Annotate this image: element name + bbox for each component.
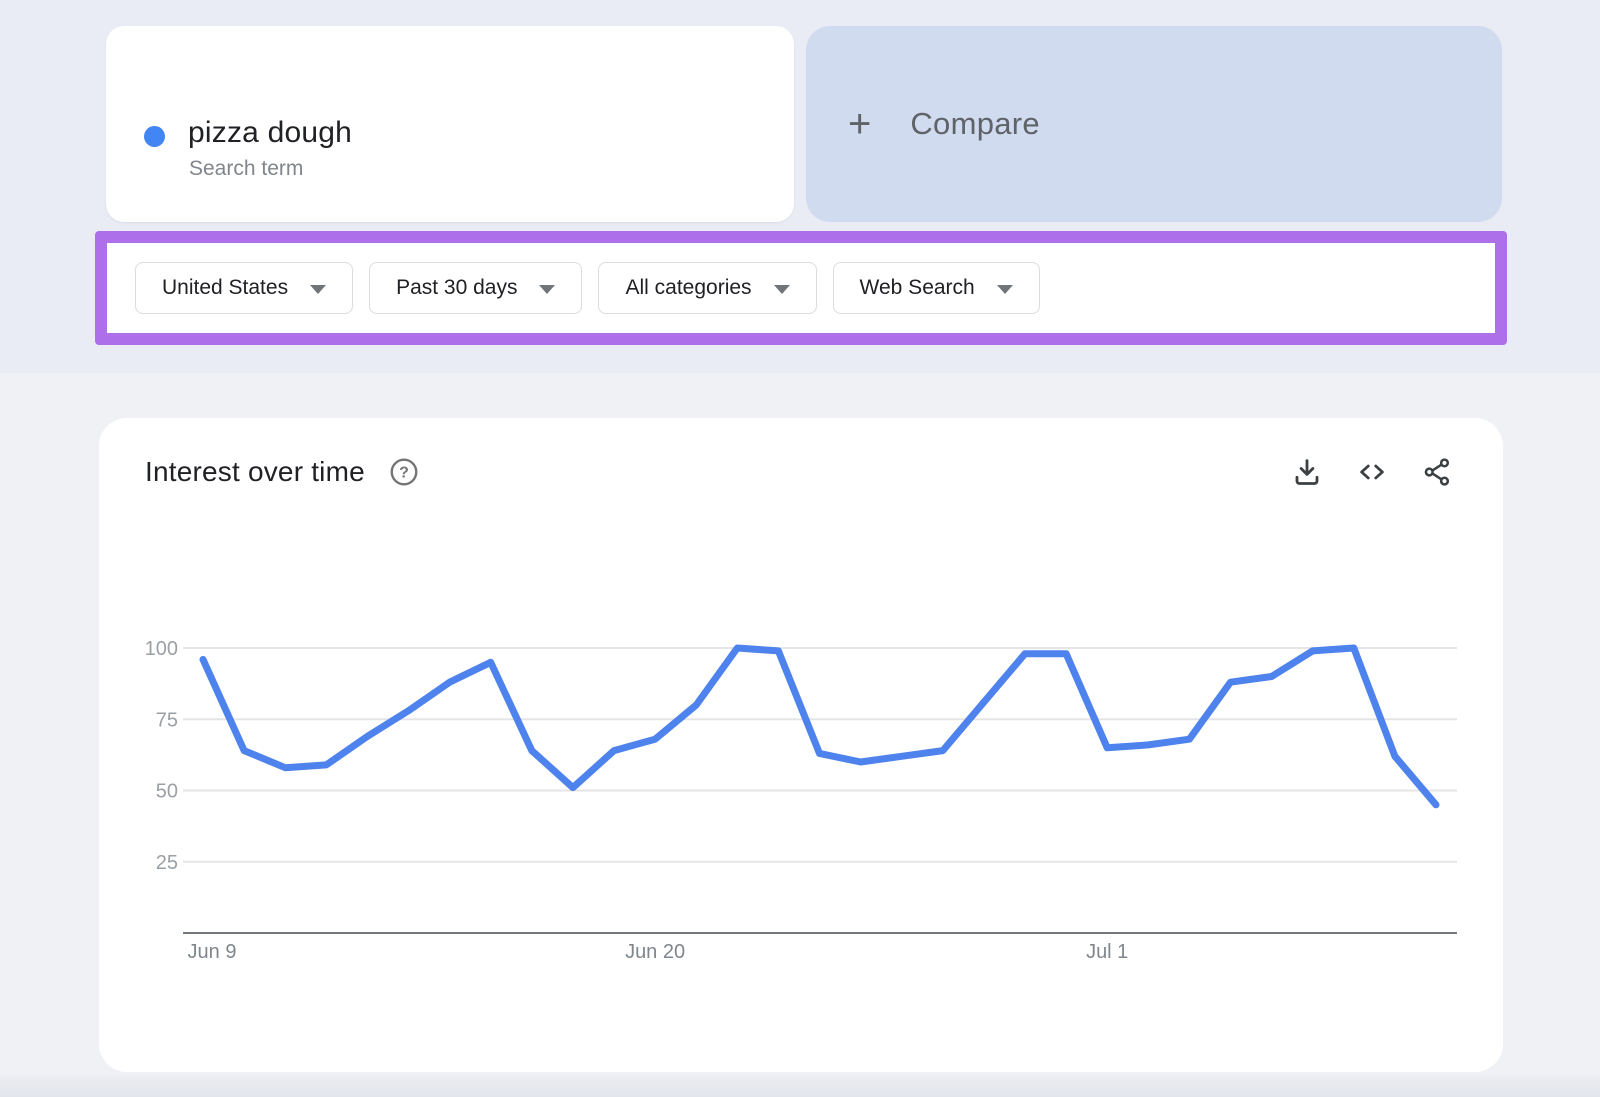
- share-icon: [1421, 456, 1453, 488]
- chart-header: Interest over time ?: [145, 452, 1453, 492]
- region-filter-label: United States: [162, 276, 288, 300]
- time-range-filter-dropdown[interactable]: Past 30 days: [369, 262, 582, 314]
- embed-button[interactable]: [1356, 456, 1388, 488]
- svg-text:100: 100: [145, 638, 178, 660]
- svg-text:Jul 1: Jul 1: [1086, 941, 1128, 963]
- interest-over-time-chart: 100 75 50 25 Jun 9 Jun 20 Jul 1: [99, 418, 1503, 1072]
- code-icon: [1356, 456, 1388, 488]
- chevron-down-icon: [539, 285, 555, 294]
- series-color-dot: [144, 126, 165, 147]
- chart-title: Interest over time: [145, 456, 365, 488]
- search-type-filter-label: Web Search: [860, 276, 975, 300]
- category-filter-label: All categories: [625, 276, 751, 300]
- plus-icon: +: [848, 104, 871, 144]
- svg-text:50: 50: [156, 781, 178, 803]
- region-filter-dropdown[interactable]: United States: [135, 262, 353, 314]
- time-range-filter-label: Past 30 days: [396, 276, 517, 300]
- filter-bar-highlight-box: United States Past 30 days All categorie…: [95, 231, 1507, 345]
- download-button[interactable]: [1291, 456, 1323, 488]
- chevron-down-icon: [310, 285, 326, 294]
- search-term-text: pizza dough: [188, 116, 352, 150]
- search-type-filter-dropdown[interactable]: Web Search: [833, 262, 1040, 314]
- question-mark-icon: ?: [388, 456, 420, 488]
- interest-over-time-card: 100 75 50 25 Jun 9 Jun 20 Jul 1 Interest over …: [99, 418, 1503, 1072]
- download-icon: [1291, 456, 1323, 488]
- chevron-down-icon: [774, 285, 790, 294]
- share-button[interactable]: [1421, 456, 1453, 488]
- svg-text:25: 25: [156, 852, 178, 874]
- bottom-background-strip: [0, 1075, 1600, 1097]
- search-term-card[interactable]: pizza dough Search term: [106, 26, 794, 222]
- svg-text:?: ?: [399, 465, 409, 482]
- help-button[interactable]: ?: [387, 455, 421, 489]
- search-term-type-label: Search term: [189, 157, 303, 181]
- category-filter-dropdown[interactable]: All categories: [598, 262, 816, 314]
- chevron-down-icon: [997, 285, 1013, 294]
- svg-text:Jun 20: Jun 20: [625, 941, 685, 963]
- google-trends-page: pizza dough Search term + Compare United…: [0, 0, 1600, 1097]
- compare-label: Compare: [910, 106, 1040, 142]
- svg-text:Jun 9: Jun 9: [188, 941, 237, 963]
- svg-text:75: 75: [156, 709, 178, 731]
- chart-actions: [1291, 456, 1453, 488]
- compare-button[interactable]: + Compare: [806, 26, 1502, 222]
